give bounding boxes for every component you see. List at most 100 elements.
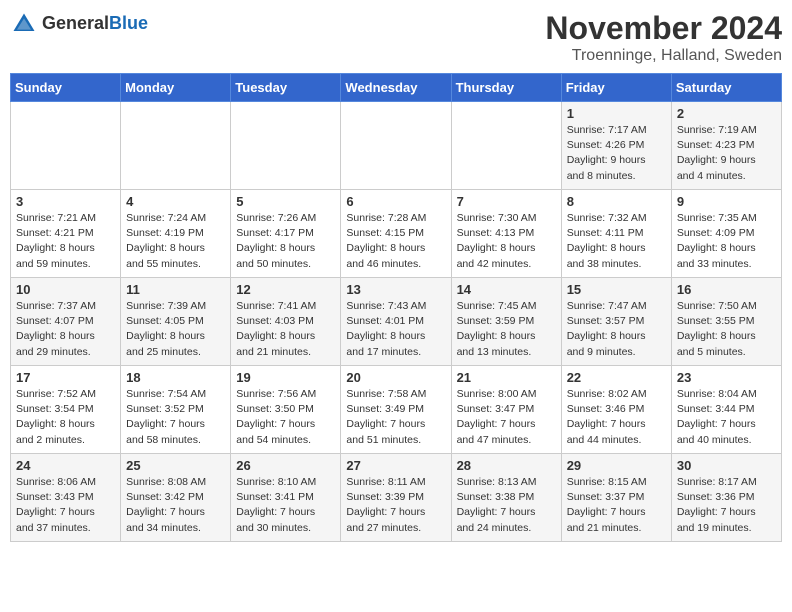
calendar-day-19: 19Sunrise: 7:56 AMSunset: 3:50 PMDayligh… [231, 366, 341, 454]
day-number: 7 [457, 194, 556, 209]
day-number: 17 [16, 370, 115, 385]
calendar-day-18: 18Sunrise: 7:54 AMSunset: 3:52 PMDayligh… [121, 366, 231, 454]
day-info: Sunrise: 7:54 AMSunset: 3:52 PMDaylight:… [126, 387, 225, 448]
day-info: Sunrise: 8:17 AMSunset: 3:36 PMDaylight:… [677, 475, 776, 536]
title-area: November 2024 Troenninge, Halland, Swede… [545, 10, 782, 65]
header-day-friday: Friday [561, 74, 671, 102]
calendar-week-3: 10 Sunrise: 7:37 AMSunset: 4:07 PMDayligh… [11, 278, 782, 366]
day-info: Sunrise: 7:45 AMSunset: 3:59 PMDaylight:… [457, 299, 556, 360]
day-info: Sunrise: 7:32 AMSunset: 4:11 PMDaylight:… [567, 211, 666, 272]
calendar-day-21: 21 Sunrise: 8:00 AMSunset: 3:47 PMDayligh… [451, 366, 561, 454]
day-number: 28 [457, 458, 556, 473]
month-year: November 2024 [545, 10, 782, 47]
calendar-day-27: 27Sunrise: 8:11 AMSunset: 3:39 PMDayligh… [341, 454, 451, 542]
empty-cell [11, 102, 121, 190]
day-info: Sunrise: 7:30 AMSunset: 4:13 PMDaylight:… [457, 211, 556, 272]
day-number: 2 [677, 106, 776, 121]
calendar-day-30: 30 Sunrise: 8:17 AMSunset: 3:36 PMDayligh… [671, 454, 781, 542]
day-info: Sunrise: 8:13 AMSunset: 3:38 PMDaylight:… [457, 475, 556, 536]
day-number: 30 [677, 458, 776, 473]
calendar-day-13: 13Sunrise: 7:43 AMSunset: 4:01 PMDayligh… [341, 278, 451, 366]
day-number: 10 [16, 282, 115, 297]
calendar-day-29: 29 Sunrise: 8:15 AMSunset: 3:37 PMDayligh… [561, 454, 671, 542]
empty-cell [341, 102, 451, 190]
day-number: 29 [567, 458, 666, 473]
calendar-week-4: 17Sunrise: 7:52 AMSunset: 3:54 PMDayligh… [11, 366, 782, 454]
day-info: Sunrise: 7:28 AMSunset: 4:15 PMDaylight:… [346, 211, 445, 272]
day-info: Sunrise: 7:39 AMSunset: 4:05 PMDaylight:… [126, 299, 225, 360]
calendar-day-12: 12 Sunrise: 7:41 AMSunset: 4:03 PMDayligh… [231, 278, 341, 366]
calendar-day-2: 2 Sunrise: 7:19 AMSunset: 4:23 PMDaylight… [671, 102, 781, 190]
day-info: Sunrise: 7:37 AMSunset: 4:07 PMDaylight:… [16, 299, 115, 360]
day-info: Sunrise: 8:15 AMSunset: 3:37 PMDaylight:… [567, 475, 666, 536]
day-number: 15 [567, 282, 666, 297]
calendar-header-row: SundayMondayTuesdayWednesdayThursdayFrid… [11, 74, 782, 102]
day-info: Sunrise: 7:43 AMSunset: 4:01 PMDaylight:… [346, 299, 445, 360]
calendar-day-8: 8Sunrise: 7:32 AMSunset: 4:11 PMDaylight… [561, 190, 671, 278]
logo-icon [10, 10, 38, 38]
day-number: 9 [677, 194, 776, 209]
day-info: Sunrise: 7:19 AMSunset: 4:23 PMDaylight:… [677, 123, 776, 184]
day-number: 25 [126, 458, 225, 473]
header-day-wednesday: Wednesday [341, 74, 451, 102]
day-info: Sunrise: 8:11 AMSunset: 3:39 PMDaylight:… [346, 475, 445, 536]
empty-cell [121, 102, 231, 190]
day-info: Sunrise: 8:08 AMSunset: 3:42 PMDaylight:… [126, 475, 225, 536]
day-number: 14 [457, 282, 556, 297]
header: GeneralBlue November 2024 Troenninge, Ha… [10, 10, 782, 65]
day-info: Sunrise: 7:17 AMSunset: 4:26 PMDaylight:… [567, 123, 666, 184]
location: Troenninge, Halland, Sweden [545, 47, 782, 65]
calendar-day-9: 9 Sunrise: 7:35 AMSunset: 4:09 PMDaylight… [671, 190, 781, 278]
calendar-day-5: 5 Sunrise: 7:26 AMSunset: 4:17 PMDaylight… [231, 190, 341, 278]
day-info: Sunrise: 7:21 AMSunset: 4:21 PMDaylight:… [16, 211, 115, 272]
day-info: Sunrise: 7:24 AMSunset: 4:19 PMDaylight:… [126, 211, 225, 272]
calendar-day-24: 24 Sunrise: 8:06 AMSunset: 3:43 PMDayligh… [11, 454, 121, 542]
day-info: Sunrise: 7:26 AMSunset: 4:17 PMDaylight:… [236, 211, 335, 272]
day-number: 24 [16, 458, 115, 473]
calendar-day-14: 14 Sunrise: 7:45 AMSunset: 3:59 PMDayligh… [451, 278, 561, 366]
day-number: 1 [567, 106, 666, 121]
empty-cell [231, 102, 341, 190]
calendar-day-7: 7 Sunrise: 7:30 AMSunset: 4:13 PMDaylight… [451, 190, 561, 278]
day-number: 5 [236, 194, 335, 209]
day-info: Sunrise: 8:06 AMSunset: 3:43 PMDaylight:… [16, 475, 115, 536]
header-day-thursday: Thursday [451, 74, 561, 102]
day-info: Sunrise: 8:10 AMSunset: 3:41 PMDaylight:… [236, 475, 335, 536]
calendar-day-25: 25 Sunrise: 8:08 AMSunset: 3:42 PMDayligh… [121, 454, 231, 542]
day-number: 16 [677, 282, 776, 297]
calendar-day-15: 15Sunrise: 7:47 AMSunset: 3:57 PMDayligh… [561, 278, 671, 366]
calendar: SundayMondayTuesdayWednesdayThursdayFrid… [10, 73, 782, 542]
day-info: Sunrise: 8:02 AMSunset: 3:46 PMDaylight:… [567, 387, 666, 448]
calendar-day-6: 6 Sunrise: 7:28 AMSunset: 4:15 PMDaylight… [341, 190, 451, 278]
day-number: 12 [236, 282, 335, 297]
day-number: 3 [16, 194, 115, 209]
calendar-week-2: 3 Sunrise: 7:21 AMSunset: 4:21 PMDaylight… [11, 190, 782, 278]
day-info: Sunrise: 8:00 AMSunset: 3:47 PMDaylight:… [457, 387, 556, 448]
logo: GeneralBlue [10, 10, 148, 38]
calendar-day-4: 4 Sunrise: 7:24 AMSunset: 4:19 PMDaylight… [121, 190, 231, 278]
day-number: 20 [346, 370, 445, 385]
day-number: 11 [126, 282, 225, 297]
calendar-day-20: 20 Sunrise: 7:58 AMSunset: 3:49 PMDayligh… [341, 366, 451, 454]
calendar-day-1: 1 Sunrise: 7:17 AMSunset: 4:26 PMDaylight… [561, 102, 671, 190]
calendar-day-10: 10 Sunrise: 7:37 AMSunset: 4:07 PMDayligh… [11, 278, 121, 366]
day-info: Sunrise: 7:35 AMSunset: 4:09 PMDaylight:… [677, 211, 776, 272]
header-day-monday: Monday [121, 74, 231, 102]
day-number: 23 [677, 370, 776, 385]
calendar-day-28: 28 Sunrise: 8:13 AMSunset: 3:38 PMDayligh… [451, 454, 561, 542]
day-number: 21 [457, 370, 556, 385]
logo-general: GeneralBlue [42, 14, 148, 34]
calendar-day-3: 3 Sunrise: 7:21 AMSunset: 4:21 PMDaylight… [11, 190, 121, 278]
day-info: Sunrise: 8:04 AMSunset: 3:44 PMDaylight:… [677, 387, 776, 448]
calendar-day-11: 11 Sunrise: 7:39 AMSunset: 4:05 PMDayligh… [121, 278, 231, 366]
day-info: Sunrise: 7:58 AMSunset: 3:49 PMDaylight:… [346, 387, 445, 448]
day-number: 22 [567, 370, 666, 385]
header-day-saturday: Saturday [671, 74, 781, 102]
day-info: Sunrise: 7:41 AMSunset: 4:03 PMDaylight:… [236, 299, 335, 360]
day-number: 6 [346, 194, 445, 209]
calendar-week-5: 24 Sunrise: 8:06 AMSunset: 3:43 PMDayligh… [11, 454, 782, 542]
empty-cell [451, 102, 561, 190]
calendar-day-22: 22 Sunrise: 8:02 AMSunset: 3:46 PMDayligh… [561, 366, 671, 454]
day-number: 4 [126, 194, 225, 209]
day-number: 19 [236, 370, 335, 385]
